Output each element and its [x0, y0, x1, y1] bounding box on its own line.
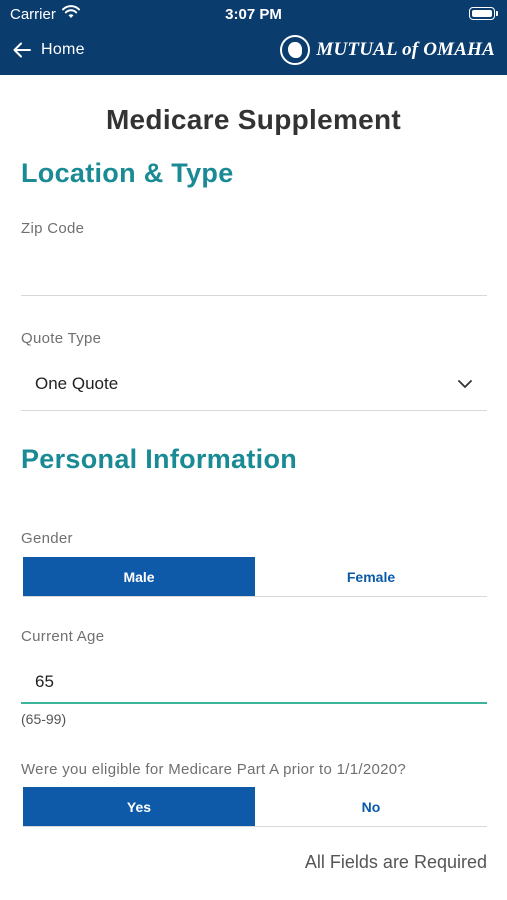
arrow-left-icon	[13, 42, 31, 58]
quote-type-label: Quote Type	[21, 330, 102, 347]
brand-logo: MUTUAL of OMAHA	[280, 32, 495, 68]
zip-code-input[interactable]	[21, 250, 487, 290]
current-age-input[interactable]	[21, 662, 487, 702]
quote-type-value: One Quote	[35, 374, 119, 393]
gender-segmented-control: Male Female	[23, 557, 487, 597]
status-time: 3:07 PM	[225, 6, 282, 23]
age-range-hint: (65-99)	[21, 711, 67, 727]
required-fields-note: All Fields are Required	[304, 852, 487, 872]
gender-label: Gender	[21, 530, 73, 547]
lion-logo-icon	[280, 35, 311, 65]
nav-bar: Home MUTUAL of OMAHA	[0, 30, 507, 70]
battery-icon	[469, 7, 498, 20]
gender-male-button[interactable]: Male	[23, 557, 255, 596]
current-age-label: Current Age	[21, 628, 105, 645]
eligibility-segmented-control: Yes No	[23, 787, 487, 827]
brand-wordmark: MUTUAL of OMAHA	[316, 39, 495, 60]
chevron-down-icon	[458, 380, 472, 388]
current-age-focus-underline	[21, 702, 487, 704]
section-title-location: Location & Type	[21, 158, 234, 188]
zip-code-underline	[21, 295, 487, 296]
back-label: Home	[41, 41, 85, 58]
zip-code-label: Zip Code	[21, 220, 85, 237]
eligibility-no-button[interactable]: No	[255, 787, 487, 826]
section-title-personal: Personal Information	[21, 444, 298, 474]
eligibility-yes-button[interactable]: Yes	[23, 787, 255, 826]
status-bar: Carrier 3:07 PM	[0, 0, 507, 28]
quote-type-select[interactable]: One Quote	[21, 366, 487, 406]
page-title: Medicare Supplement	[105, 104, 402, 135]
eligibility-question: Were you eligible for Medicare Part A pr…	[21, 761, 407, 778]
back-home-button[interactable]: Home	[12, 36, 85, 64]
gender-female-button[interactable]: Female	[255, 557, 487, 596]
app-header: Carrier 3:07 PM Home MUTUAL of OMAHA	[0, 0, 507, 75]
quote-type-underline	[21, 410, 487, 411]
